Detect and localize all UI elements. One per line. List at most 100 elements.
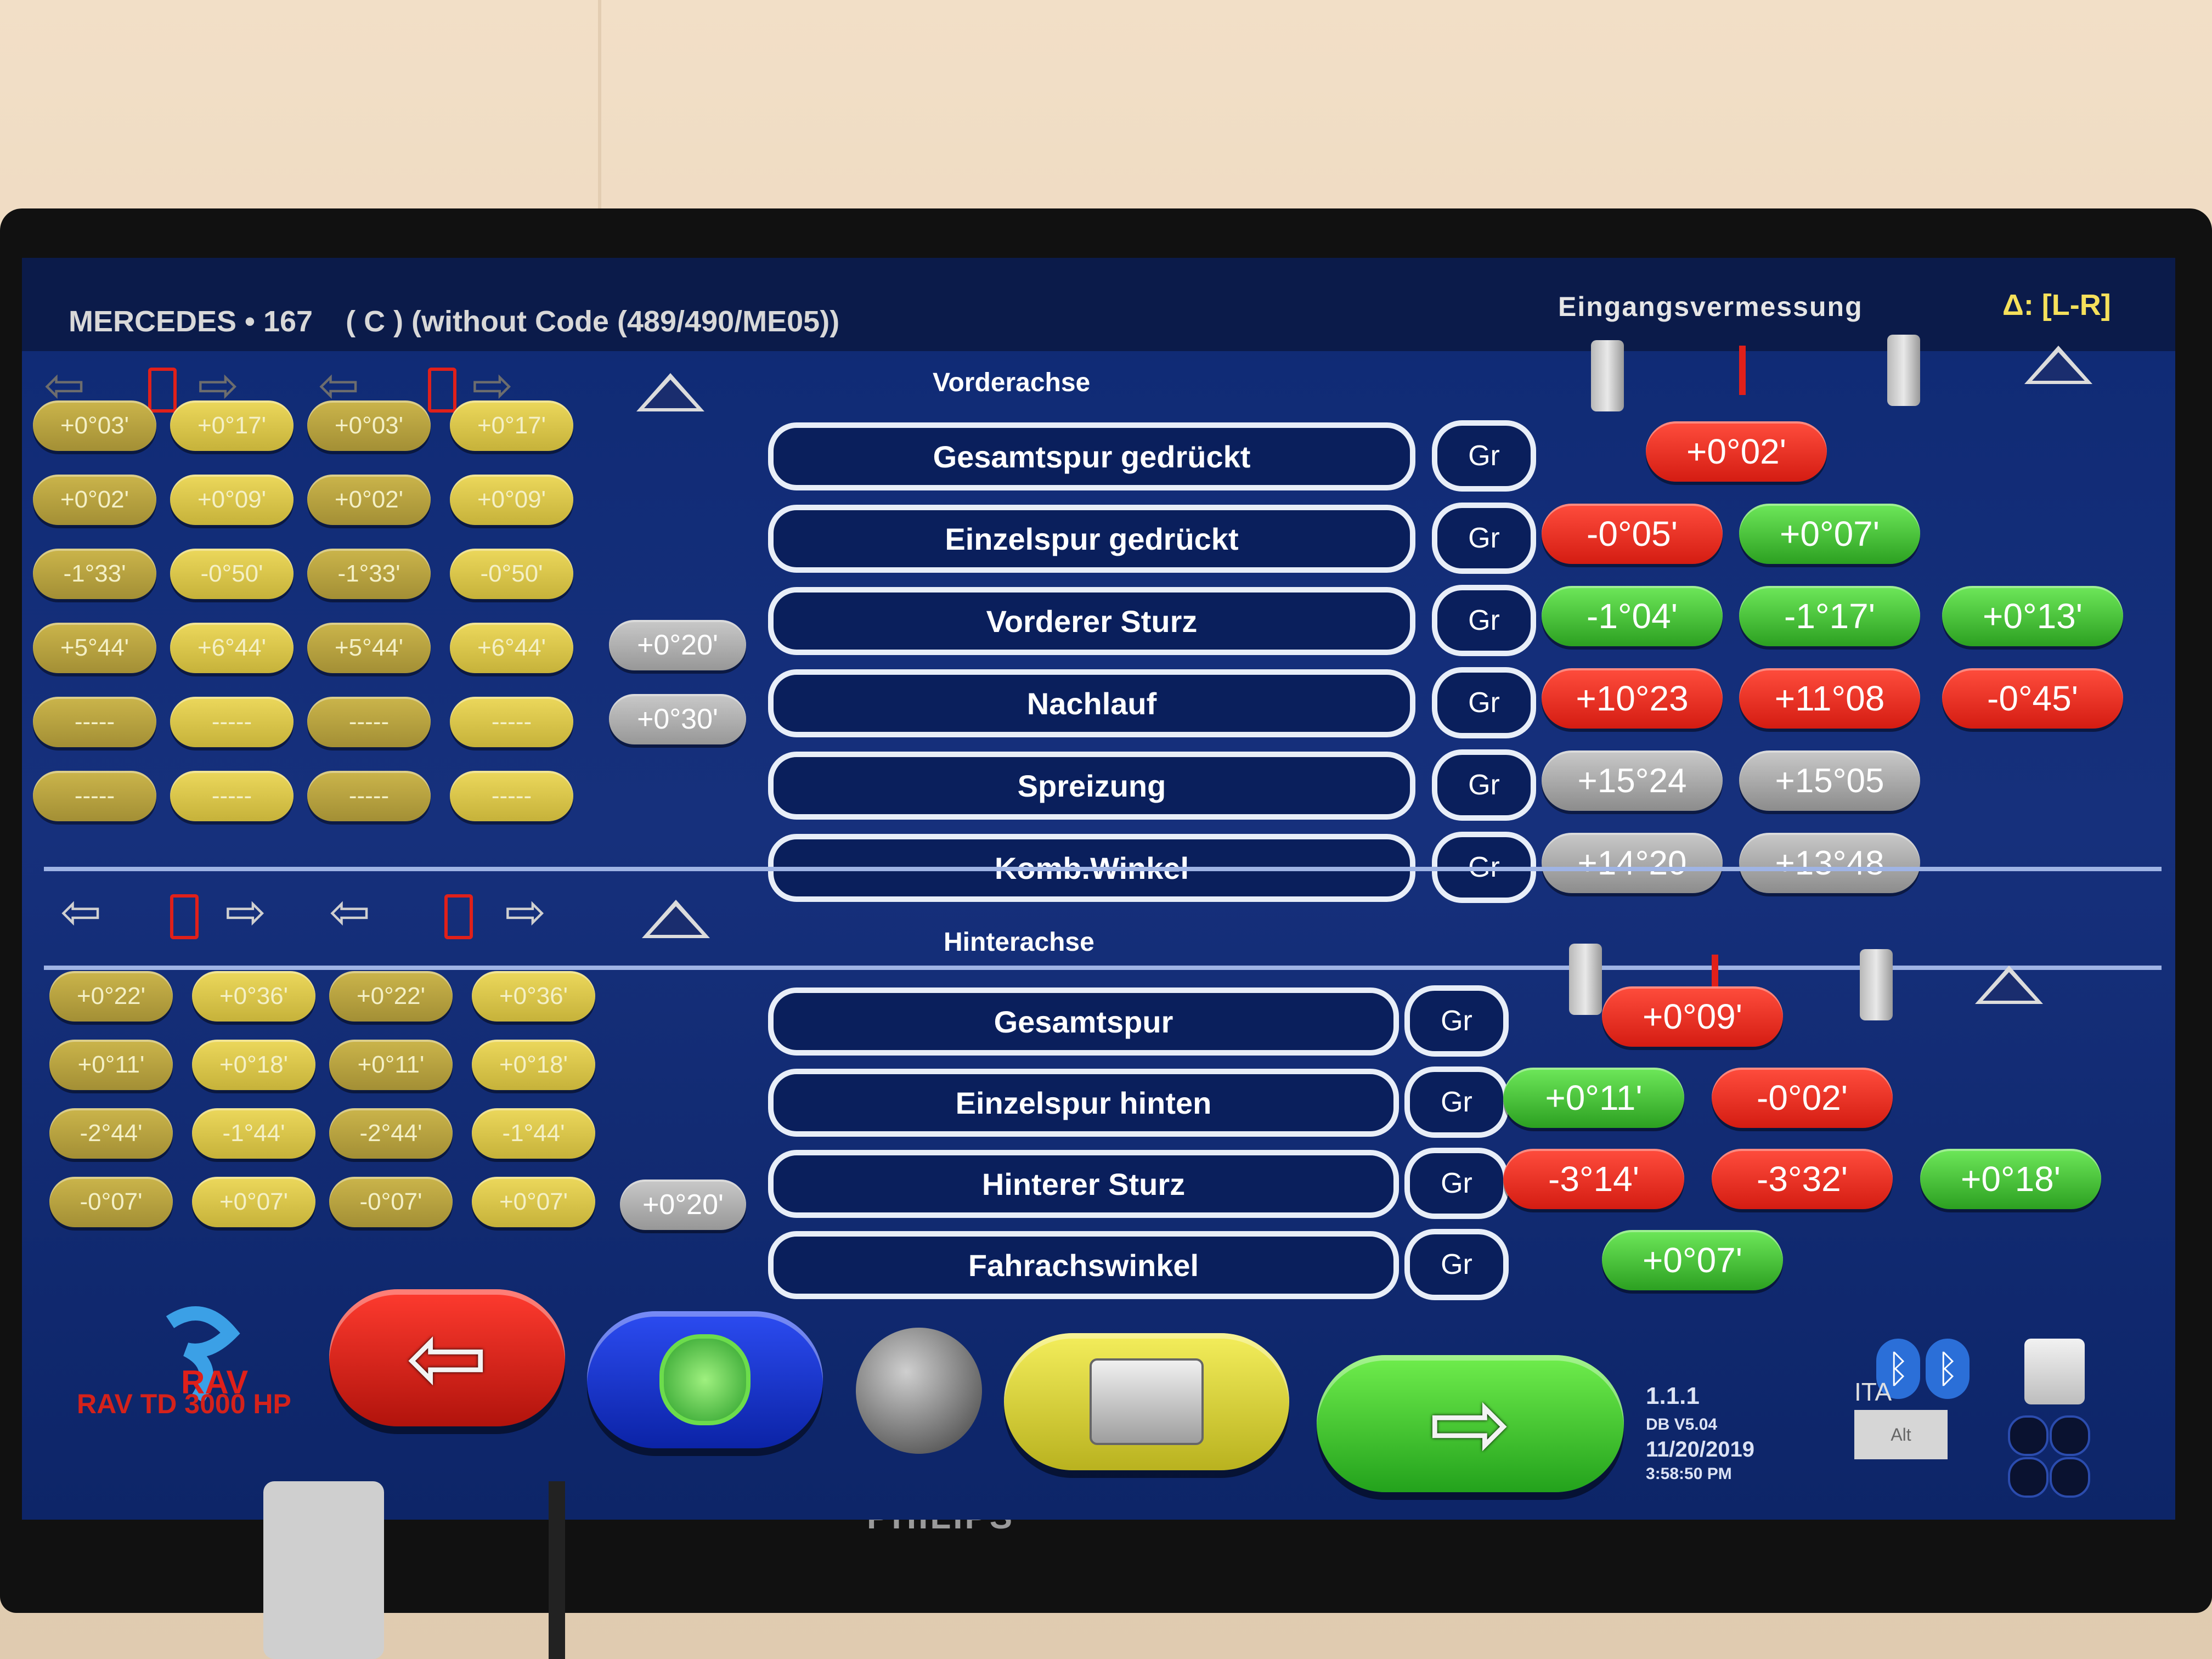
- arrow-right-icon: ⇨: [1429, 1368, 1512, 1479]
- print-button[interactable]: [1004, 1333, 1289, 1470]
- delta-lr-toggle[interactable]: Δ: [L-R]: [2002, 288, 2111, 322]
- reference-value-pill: -1°44': [472, 1108, 595, 1159]
- triangle-icon[interactable]: [2024, 346, 2092, 384]
- reference-value-pill: -2°44': [49, 1108, 173, 1159]
- graph-button[interactable]: Gr: [1432, 667, 1536, 738]
- graph-button[interactable]: Gr: [1404, 985, 1509, 1057]
- measurement-value: +13°48: [1739, 833, 1920, 893]
- measurement-value: +0°02': [1646, 421, 1827, 482]
- refresh-icon: [659, 1334, 751, 1425]
- wheel-right-icon: [1860, 949, 1893, 1020]
- measurement-label: Gesamtspur gedrückt: [768, 422, 1415, 490]
- axle-divider: [44, 867, 2162, 871]
- vehicle-variant: ( C ) (without Code (489/490/ME05)): [346, 305, 840, 338]
- reference-value-pill: -2°44': [329, 1108, 453, 1159]
- graph-button[interactable]: Gr: [1432, 749, 1536, 821]
- measurement-value: +15°05: [1739, 751, 1920, 811]
- sensor-icon[interactable]: [2024, 1339, 2085, 1404]
- measurement-value: +14°20: [1542, 833, 1723, 893]
- center-marker-icon: [1739, 346, 1746, 395]
- reference-value-pill: +0°17': [170, 400, 294, 451]
- measurement-label: Spreizung: [768, 752, 1415, 820]
- back-button[interactable]: ⇦: [329, 1289, 565, 1426]
- reference-value-pill: -----: [170, 697, 294, 747]
- next-button[interactable]: ⇨: [1317, 1355, 1624, 1492]
- wheel-marker-icon: [444, 894, 473, 939]
- tolerance-pill: +0°30': [609, 694, 746, 744]
- measurement-value: +11°08: [1739, 668, 1920, 729]
- measurement-label: Einzelspur hinten: [768, 1069, 1399, 1137]
- reference-value-pill: +0°36': [472, 971, 595, 1022]
- measurement-value: +0°09': [1602, 986, 1783, 1047]
- measurement-label: Einzelspur gedrückt: [768, 505, 1415, 573]
- reference-value-pill: +0°03': [307, 400, 431, 451]
- measurement-value: -1°04': [1542, 586, 1723, 646]
- reference-value-pill: +0°17': [450, 400, 573, 451]
- measurement-value: -3°14': [1503, 1149, 1684, 1209]
- graph-button[interactable]: Gr: [1404, 1066, 1509, 1138]
- sensors-status-icon[interactable]: [2008, 1415, 2090, 1498]
- measurement-mode: Eingangsvermessung: [1558, 291, 1863, 322]
- reference-value-pill: -----: [170, 771, 294, 821]
- arrow-left-icon: ⇦: [329, 885, 371, 940]
- neutral-button[interactable]: [856, 1328, 982, 1454]
- reference-value-pill: +0°07': [192, 1177, 315, 1227]
- refresh-button[interactable]: [587, 1311, 823, 1448]
- wheel-marker-icon: [170, 894, 199, 939]
- measurement-label: Gesamtspur: [768, 988, 1399, 1056]
- reference-value-pill: +0°09': [170, 475, 294, 525]
- reference-value-pill: -----: [33, 771, 156, 821]
- wall-corner: [598, 0, 601, 230]
- reference-value-pill: +0°09': [450, 475, 573, 525]
- measurement-value: +0°07': [1602, 1230, 1783, 1290]
- reference-value-pill: -----: [33, 697, 156, 747]
- reference-value-pill: -1°33': [33, 549, 156, 599]
- monitor: PHILIPS MERCEDES • 167 ( C ) (without Co…: [0, 208, 2212, 1613]
- measurement-value: +10°23: [1542, 668, 1723, 729]
- reference-value-pill: +0°36': [192, 971, 315, 1022]
- reference-value-pill: +0°22': [49, 971, 173, 1022]
- time-display: 3:58:50 PM: [1646, 1465, 1732, 1483]
- measurement-value: -3°32': [1712, 1149, 1893, 1209]
- monitor-stand: [263, 1481, 384, 1659]
- reference-value-pill: -0°50': [170, 549, 294, 599]
- tolerance-pill: +0°20': [609, 620, 746, 670]
- measurement-value: -0°45': [1942, 668, 2123, 729]
- triangle-icon[interactable]: [1975, 966, 2043, 1004]
- reference-value-pill: +0°11': [329, 1040, 453, 1090]
- reference-value-pill: -----: [450, 771, 573, 821]
- reference-value-pill: +6°44': [450, 623, 573, 673]
- header-bar: MERCEDES • 167 ( C ) (without Code (489/…: [22, 258, 2175, 351]
- measurement-value: -1°17': [1739, 586, 1920, 646]
- printer-icon: [1090, 1358, 1204, 1445]
- measurement-value: +0°18': [1920, 1149, 2101, 1209]
- measurement-label: Nachlauf: [768, 669, 1415, 737]
- measurement-value: +15°24: [1542, 751, 1723, 811]
- reference-value-pill: -0°07': [329, 1177, 453, 1227]
- triangle-icon[interactable]: [642, 900, 710, 938]
- bluetooth-icon[interactable]: ᛒ: [1926, 1339, 1970, 1399]
- reference-value-pill: +0°07': [472, 1177, 595, 1227]
- reference-value-pill: +5°44': [33, 623, 156, 673]
- wheel-right-icon: [1887, 335, 1920, 406]
- measurement-value: -0°05': [1542, 504, 1723, 564]
- reference-value-pill: +5°44': [307, 623, 431, 673]
- measurement-label: Vorderer Sturz: [768, 587, 1415, 655]
- measurement-label: Hinterer Sturz: [768, 1150, 1399, 1218]
- wheel-marker-icon: [148, 368, 177, 413]
- reference-value-pill: -----: [450, 697, 573, 747]
- reference-value-pill: +0°03': [33, 400, 156, 451]
- measurement-value: +0°11': [1503, 1068, 1684, 1128]
- graph-button[interactable]: Gr: [1432, 585, 1536, 656]
- graph-button[interactable]: Gr: [1404, 1229, 1509, 1300]
- reference-value-pill: +0°11': [49, 1040, 173, 1090]
- graph-button[interactable]: Gr: [1432, 420, 1536, 492]
- reference-value-pill: +0°02': [33, 475, 156, 525]
- triangle-icon[interactable]: [636, 373, 704, 411]
- graph-button[interactable]: Gr: [1404, 1148, 1509, 1219]
- graph-button[interactable]: Gr: [1432, 503, 1536, 574]
- reference-value-pill: +0°22': [329, 971, 453, 1022]
- reference-value-pill: -----: [307, 771, 431, 821]
- alt-key[interactable]: Alt: [1854, 1410, 1948, 1459]
- software-version: 1.1.1: [1646, 1383, 1700, 1409]
